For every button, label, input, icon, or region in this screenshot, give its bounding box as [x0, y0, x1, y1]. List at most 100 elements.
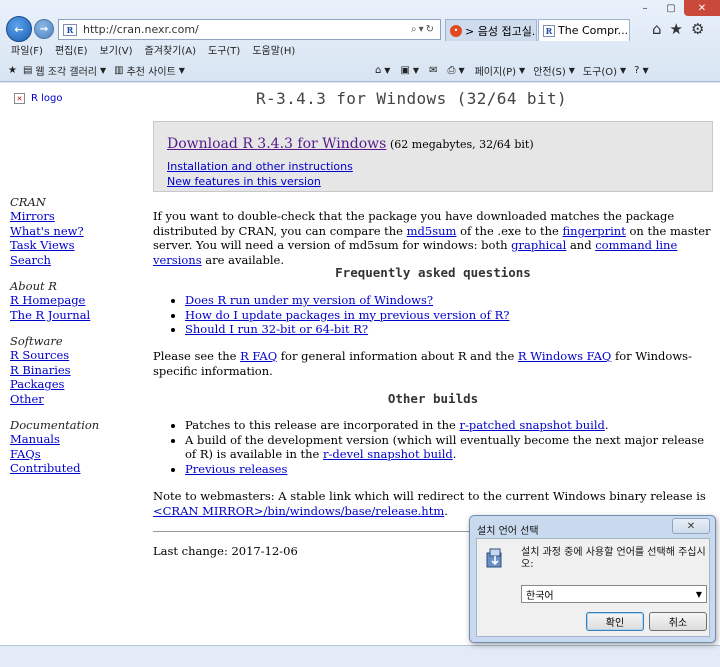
home-icon: ⌂ — [374, 64, 382, 76]
help-button[interactable]: ? ▼ — [634, 65, 648, 76]
mail-icon: ✉ — [429, 64, 438, 76]
r-patched-link[interactable]: r-patched snapshot build — [459, 418, 604, 432]
site-favicon-icon: R — [63, 23, 77, 36]
star-icon[interactable]: ★ — [670, 20, 683, 38]
suggested-sites[interactable]: ▥ 추천 사이트 ▼ — [114, 63, 185, 78]
installer-icon — [486, 548, 502, 568]
web-slice-gallery[interactable]: ▤ 웹 조각 갤러리 ▼ — [23, 63, 106, 78]
tab-label: The Compr... — [558, 24, 629, 37]
other-builds-list: Patches to this release are incorporated… — [171, 418, 711, 476]
r-windows-faq-link[interactable]: R Windows FAQ — [518, 349, 611, 363]
tab-active[interactable]: R The Compr... ✕ — [538, 19, 630, 41]
list-item: Should I run 32-bit or 64-bit R? — [185, 322, 711, 337]
faq-link[interactable]: Should I run 32-bit or 64-bit R? — [185, 322, 368, 336]
browser-right-icons: ⌂ ★ ⚙ — [652, 20, 704, 38]
fingerprint-link[interactable]: fingerprint — [563, 224, 626, 238]
safety-menu[interactable]: 안전(S) ▼ — [533, 63, 575, 78]
printer-icon: ⎙ — [447, 64, 456, 76]
tab-inactive[interactable]: • > 음성 접고실... — [445, 19, 537, 41]
chevron-down-icon: ▼ — [412, 65, 420, 75]
tools-menu[interactable]: 도구(O) ▼ — [583, 63, 626, 78]
sidebar-link-r-binaries[interactable]: R Binaries — [10, 363, 99, 378]
r-faq-link[interactable]: R FAQ — [240, 349, 277, 363]
sidebar-link-packages[interactable]: Packages — [10, 377, 99, 392]
download-link[interactable]: Download R 3.4.3 for Windows — [167, 136, 386, 152]
r-logo[interactable]: ✕ R logo — [14, 93, 63, 104]
sidebar-link-manuals[interactable]: Manuals — [10, 432, 99, 447]
other-builds-heading: Other builds — [387, 391, 479, 406]
language-dialog: 설치 언어 선택 ✕ 설치 과정 중에 사용할 언어를 선택해 주십시오: 한국… — [469, 515, 716, 643]
menu-tools[interactable]: 도구(T) — [208, 42, 240, 58]
webmaster-note: Note to webmasters: A stable link which … — [153, 489, 706, 518]
faq-heading: Frequently asked questions — [335, 265, 531, 280]
favorites-star-icon[interactable]: ★ — [8, 65, 17, 76]
installation-link[interactable]: Installation and other instructions — [167, 160, 698, 173]
md5sum-link[interactable]: md5sum — [407, 224, 457, 238]
maximize-button[interactable]: ▢ — [658, 0, 684, 16]
feeds-button[interactable]: ▣ ▼ — [400, 65, 419, 76]
sidebar-heading: Documentation — [10, 418, 100, 432]
list-item: Previous releases — [185, 462, 711, 477]
arrow-right-icon: → — [39, 23, 49, 35]
refresh-icon[interactable]: ↻ — [426, 24, 436, 35]
menu-help[interactable]: 도움말(H) — [252, 42, 295, 58]
search-icon[interactable]: ⌕ — [411, 24, 419, 35]
faq-list: Does R run under my version of Windows? … — [171, 293, 711, 337]
cancel-button[interactable]: 취소 — [649, 612, 707, 631]
list-item: Does R run under my version of Windows? — [185, 293, 711, 308]
sidebar: CRAN Mirrors What's new? Task Views Sear… — [10, 183, 99, 476]
sidebar-link-r-journal[interactable]: The R Journal — [10, 308, 99, 323]
rss-icon: ▣ — [400, 64, 410, 76]
address-url[interactable]: http://cran.nexr.com/ — [83, 23, 411, 36]
faq-note-paragraph: Please see the R FAQ for general informa… — [153, 349, 692, 378]
faq-link[interactable]: How do I update packages in my previous … — [185, 308, 509, 322]
home-toolbar-button[interactable]: ⌂ ▼ — [375, 65, 391, 76]
faq-link[interactable]: Does R run under my version of Windows? — [185, 293, 433, 307]
mail-button[interactable]: ✉ — [429, 65, 437, 76]
sidebar-link-r-homepage[interactable]: R Homepage — [10, 293, 99, 308]
gear-icon[interactable]: ⚙ — [691, 20, 704, 38]
dialog-close-button[interactable]: ✕ — [672, 518, 710, 534]
chevron-down-icon: ▼ — [695, 589, 703, 599]
previous-releases-link[interactable]: Previous releases — [185, 462, 287, 476]
sidebar-link-r-sources[interactable]: R Sources — [10, 348, 99, 363]
dialog-body: 설치 과정 중에 사용할 언어를 선택해 주십시오: 한국어 ▼ 확인 취소 — [476, 538, 710, 637]
r-devel-link[interactable]: r-devel snapshot build — [323, 447, 453, 461]
menu-favorites[interactable]: 즐겨찾기(A) — [145, 42, 196, 58]
address-bar[interactable]: R http://cran.nexr.com/ ⌕▾↻ — [58, 19, 441, 40]
release-link[interactable]: <CRAN MIRROR>/bin/windows/base/release.h… — [153, 504, 444, 518]
close-icon[interactable]: ✕ — [628, 25, 629, 36]
window-controls: – ▢ ✕ — [630, 0, 720, 16]
menu-view[interactable]: 보기(V) — [100, 42, 133, 58]
home-icon[interactable]: ⌂ — [652, 20, 662, 38]
download-size: (62 megabytes, 32/64 bit) — [390, 138, 534, 151]
list-item: A build of the development version (whic… — [185, 433, 711, 462]
print-button[interactable]: ⎙ ▼ — [447, 65, 464, 76]
chevron-down-icon: ▼ — [384, 65, 391, 75]
dialog-title: 설치 언어 선택 — [477, 526, 539, 537]
page-menu[interactable]: 페이지(P) ▼ — [475, 63, 526, 78]
new-features-link[interactable]: New features in this version — [167, 175, 698, 188]
help-icon: ? — [634, 64, 640, 76]
forward-button[interactable]: → — [34, 19, 54, 39]
sidebar-link-task-views[interactable]: Task Views — [10, 238, 99, 253]
web-slice-icon: ▤ — [22, 64, 33, 76]
sidebar-link-search[interactable]: Search — [10, 253, 99, 268]
download-box: Download R 3.4.3 for Windows (62 megabyt… — [153, 121, 713, 192]
chevron-down-icon: ▼ — [519, 65, 526, 75]
sidebar-link-mirrors[interactable]: Mirrors — [10, 209, 99, 224]
dropdown-icon[interactable]: ▾ — [419, 24, 426, 35]
sidebar-link-faqs[interactable]: FAQs — [10, 447, 99, 462]
page-title: R-3.4.3 for Windows (32/64 bit) — [256, 89, 568, 108]
window-close-button[interactable]: ✕ — [684, 0, 720, 16]
menu-edit[interactable]: 편집(E) — [55, 42, 88, 58]
language-select[interactable]: 한국어 ▼ — [521, 585, 707, 603]
sidebar-link-other[interactable]: Other — [10, 392, 99, 407]
sidebar-link-whats-new[interactable]: What's new? — [10, 224, 99, 239]
ok-button[interactable]: 확인 — [586, 612, 644, 631]
menu-file[interactable]: 파일(F) — [11, 42, 43, 58]
sidebar-link-contributed[interactable]: Contributed — [10, 461, 99, 476]
minimize-button[interactable]: – — [632, 0, 658, 16]
back-button[interactable]: ← — [6, 16, 32, 42]
graphical-link[interactable]: graphical — [511, 238, 566, 252]
